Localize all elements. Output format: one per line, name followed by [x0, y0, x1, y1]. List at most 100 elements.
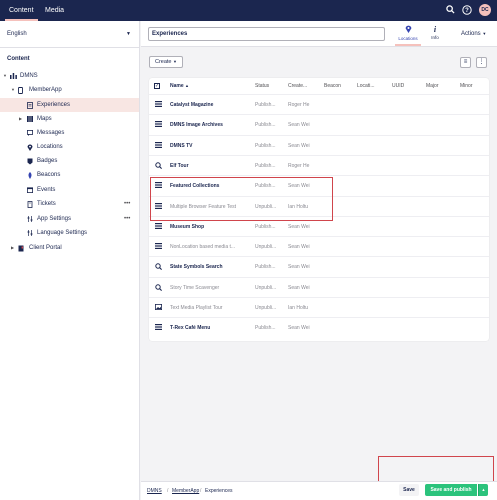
settings-icon — [27, 230, 33, 236]
select-all-checkbox[interactable]: ✓ — [154, 83, 160, 89]
zoom-icon — [155, 263, 162, 271]
column-header-status[interactable]: Status — [255, 83, 269, 89]
highlight-annotation-rows — [150, 177, 333, 221]
zoom-icon — [155, 283, 162, 291]
tree-item-client-portal[interactable]: ▶ Client Portal — [0, 241, 139, 255]
table-row[interactable]: Elf Tour Publish... Roger He — [149, 154, 489, 175]
sidebar: English ▼ Content ▼ DMNS ▼ MemberApp Exp… — [0, 21, 140, 500]
table-row[interactable]: DMNS Image Archives Publish... Sean Wei — [149, 114, 489, 134]
tree-label: Messages — [37, 130, 65, 136]
save-button[interactable]: Save — [399, 484, 419, 496]
actions-menu-button[interactable]: Actions ▼ — [461, 31, 486, 37]
create-button[interactable]: Create ▼ — [149, 56, 183, 68]
table-row[interactable]: T-Rex Café Menu Publish... Sean Wei — [149, 317, 489, 337]
row-status: Publish... — [255, 325, 276, 332]
table-row[interactable]: State Symbols Search Publish... Sean Wei — [149, 256, 489, 276]
list-view-icon[interactable]: ≡ — [460, 57, 471, 68]
more-options-icon[interactable]: ••• — [124, 197, 130, 211]
breadcrumb-item[interactable]: MemberApp — [172, 488, 199, 494]
tree-item-locations[interactable]: Locations — [0, 140, 139, 154]
tree-item-maps[interactable]: ▶ Maps — [0, 112, 139, 126]
row-created-by: Sean Wei — [288, 325, 310, 332]
tree-item-language-settings[interactable]: Language Settings — [0, 226, 139, 240]
column-header-beacon[interactable]: Beacon — [324, 83, 341, 89]
more-options-icon[interactable]: ⋮ — [476, 57, 487, 68]
caret-down-icon[interactable]: ▼ — [3, 69, 7, 83]
row-name[interactable]: State Symbols Search — [170, 264, 223, 270]
row-status: Unpubli... — [255, 305, 277, 311]
breadcrumb-item[interactable]: DMNS — [147, 488, 162, 494]
column-header-location[interactable]: Locati... — [357, 83, 375, 89]
breadcrumb-current: Experiences — [205, 488, 233, 494]
save-and-publish-button[interactable]: Save and publish — [425, 484, 477, 496]
tree-label: DMNS — [20, 73, 38, 79]
tree-item-events[interactable]: Events — [0, 183, 139, 197]
tree-item-experiences[interactable]: Experiences — [0, 98, 139, 112]
row-name[interactable]: Elf Tour — [170, 163, 189, 169]
row-name[interactable]: T-Rex Café Menu — [170, 325, 210, 331]
more-options-icon[interactable]: ••• — [124, 212, 130, 226]
column-header-created-by[interactable]: Create... — [288, 83, 307, 89]
list-icon — [155, 121, 162, 128]
top-navigation-bar: Content Media ? DC — [0, 0, 497, 21]
calendar-icon — [27, 187, 33, 194]
tree-item-app-settings[interactable]: App Settings ••• — [0, 212, 139, 226]
row-name[interactable]: Museum Shop — [170, 224, 204, 230]
column-header-uuid[interactable]: UUID — [392, 83, 404, 89]
column-header-name[interactable]: Name ▲ — [170, 83, 189, 89]
tab-content[interactable]: Content — [5, 0, 38, 21]
tree-item-beacons[interactable]: Beacons — [0, 168, 139, 182]
table-row[interactable]: Story Time Scavenger Unpubli... Sean Wei — [149, 276, 489, 297]
document-icon — [27, 102, 33, 109]
breadcrumb-separator: / — [200, 488, 202, 494]
tab-media[interactable]: Media — [41, 0, 68, 21]
table-row[interactable]: NonLocation based media t... Unpubli... Se… — [149, 236, 489, 256]
tree-item-badges[interactable]: Badges — [0, 154, 139, 168]
chevron-down-icon: ▼ — [173, 59, 177, 64]
search-icon[interactable] — [445, 5, 455, 15]
row-status: Publish... — [255, 223, 276, 230]
zoom-icon — [155, 162, 162, 169]
caret-right-icon[interactable]: ▶ — [19, 112, 22, 126]
row-name[interactable]: Text Media Playlist Tour — [170, 305, 222, 311]
chevron-up-icon[interactable]: ▲ — [478, 484, 488, 496]
divider — [0, 47, 140, 48]
tree-item-tickets[interactable]: Tickets ••• — [0, 197, 139, 211]
user-avatar[interactable]: DC — [479, 4, 491, 16]
language-select[interactable]: English — [7, 31, 27, 37]
row-created-by: Roger He — [288, 162, 310, 169]
tree-item-dmns[interactable]: ▼ DMNS — [0, 69, 139, 83]
row-created-by: Sean Wei — [288, 244, 310, 251]
row-created-by: Sean Wei — [288, 223, 310, 230]
row-status: Publish... — [255, 162, 276, 169]
tree-item-memberapp[interactable]: ▼ MemberApp — [0, 83, 139, 97]
node-name-input[interactable]: Experiences — [148, 27, 385, 41]
row-status: Unpubli... — [255, 284, 277, 291]
app-locations-button[interactable]: Locations — [395, 24, 421, 46]
actions-label: Actions — [461, 31, 481, 37]
table-row[interactable]: DMNS TV Publish... Sean Wei — [149, 134, 489, 155]
app-info-button[interactable]: i Info — [422, 24, 448, 46]
caret-right-icon[interactable]: ▶ — [11, 241, 14, 255]
table-row[interactable]: Catalyst Magazine Publish... Roger He — [149, 94, 489, 114]
row-created-by: Sean Wei — [288, 264, 310, 271]
row-name[interactable]: NonLocation based media t... — [170, 244, 235, 250]
row-created-by: Ian Holtu — [288, 305, 309, 311]
caret-down-icon[interactable]: ▼ — [11, 83, 15, 97]
location-icon — [395, 25, 421, 36]
row-name[interactable]: Catalyst Magazine — [170, 102, 213, 108]
row-created-by: Roger He — [288, 102, 310, 108]
table-row[interactable]: Text Media Playlist Tour Unpubli... Ian Ho… — [149, 297, 489, 317]
row-name[interactable]: Story Time Scavenger — [170, 285, 219, 291]
column-header-minor[interactable]: Minor — [460, 83, 473, 89]
help-icon[interactable]: ? — [462, 5, 472, 15]
column-label: Name — [170, 83, 184, 89]
column-header-major[interactable]: Major — [426, 83, 439, 89]
row-name[interactable]: DMNS Image Archives — [170, 122, 223, 128]
tree-label: Tickets — [37, 201, 56, 207]
beacon-icon — [27, 172, 33, 179]
row-status: Publish... — [255, 264, 276, 271]
chevron-down-icon[interactable]: ▼ — [126, 31, 131, 37]
tree-item-messages[interactable]: Messages — [0, 126, 139, 140]
row-name[interactable]: DMNS TV — [170, 143, 193, 149]
